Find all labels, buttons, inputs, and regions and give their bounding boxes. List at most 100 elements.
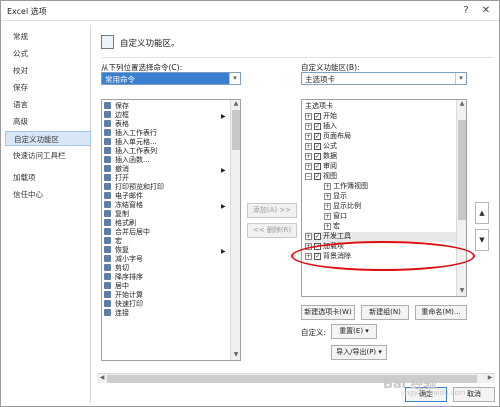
- nav-item-addins[interactable]: 加载项: [5, 170, 91, 185]
- checkbox-checked-icon[interactable]: ✓: [314, 123, 321, 130]
- tree-scrollbar[interactable]: ▲ ▼: [456, 100, 466, 296]
- nav-item-general[interactable]: 常规: [5, 29, 91, 44]
- nav-item-proofing[interactable]: 校对: [5, 63, 91, 78]
- collapse-icon[interactable]: −: [305, 173, 312, 180]
- tree-item-view[interactable]: − ✓ 视图: [305, 172, 337, 182]
- checkbox-checked-icon[interactable]: ✓: [314, 173, 321, 180]
- customize-ribbon-icon: [101, 35, 114, 49]
- move-down-button[interactable]: ▼: [475, 229, 489, 251]
- scroll-up-icon[interactable]: ▲: [457, 100, 466, 109]
- list-item[interactable]: 打开: [104, 174, 129, 183]
- expand-icon[interactable]: +: [324, 183, 331, 190]
- list-item[interactable]: 撤消: [104, 165, 129, 174]
- tree-header: 主选项卡: [305, 102, 333, 110]
- remove-button[interactable]: << 删除(R): [247, 223, 297, 238]
- expand-icon[interactable]: +: [305, 113, 312, 120]
- scroll-thumb[interactable]: [232, 110, 240, 150]
- tree-item-formulas[interactable]: + ✓ 公式: [305, 142, 337, 152]
- list-item[interactable]: 开始计算: [104, 291, 143, 300]
- list-item[interactable]: 保存: [104, 102, 129, 111]
- tree-item-insert[interactable]: + ✓ 插入: [305, 122, 337, 132]
- cut-icon: [104, 264, 111, 271]
- list-item[interactable]: 居中: [104, 282, 129, 291]
- list-item[interactable]: 降序排序: [104, 273, 143, 282]
- commands-scrollbar[interactable]: ▲ ▼: [230, 100, 240, 360]
- list-item[interactable]: 减小字号: [104, 255, 143, 264]
- tree-item-workbook-views[interactable]: + 工作簿视图: [324, 182, 368, 192]
- close-icon[interactable]: ✕: [479, 4, 493, 17]
- list-item[interactable]: 插入工作表列: [104, 147, 157, 156]
- list-item[interactable]: 电子邮件: [104, 192, 143, 201]
- list-item[interactable]: 合并后居中: [104, 228, 150, 237]
- rename-button[interactable]: 重命名(M)...: [415, 305, 467, 320]
- tree-item-window[interactable]: + 窗口: [324, 212, 347, 222]
- customize-ribbon-dropdown[interactable]: 主选项卡 ▾: [301, 72, 467, 85]
- scroll-up-icon[interactable]: ▲: [231, 100, 240, 109]
- nav-item-advanced[interactable]: 高级: [5, 114, 91, 129]
- move-up-button[interactable]: ▲: [475, 202, 489, 224]
- list-item[interactable]: 剪切: [104, 264, 129, 273]
- scroll-down-icon[interactable]: ▼: [231, 351, 240, 360]
- tree-item-macros[interactable]: + 宏: [324, 222, 340, 232]
- scroll-left-icon[interactable]: ◀: [97, 374, 107, 384]
- list-item[interactable]: 边框: [104, 111, 129, 120]
- nav-item-quick-access-toolbar[interactable]: 快速访问工具栏: [5, 148, 91, 163]
- scroll-thumb[interactable]: [458, 120, 466, 220]
- submenu-arrow-icon: ▶: [221, 203, 226, 210]
- expand-icon[interactable]: +: [305, 123, 312, 130]
- checkbox-checked-icon[interactable]: ✓: [314, 113, 321, 120]
- add-button[interactable]: 添加(A) >>: [247, 203, 297, 218]
- expand-icon[interactable]: +: [305, 163, 312, 170]
- expand-icon[interactable]: +: [324, 213, 331, 220]
- checkbox-checked-icon[interactable]: ✓: [314, 143, 321, 150]
- expand-icon[interactable]: +: [305, 133, 312, 140]
- submenu-arrow-icon: ▶: [221, 167, 226, 174]
- commands-list[interactable]: 保存 边框 表格 插入工作表行 插入单元格... 插入工作表列 插入函数... …: [101, 99, 241, 361]
- expand-icon[interactable]: +: [305, 233, 312, 240]
- nav-item-language[interactable]: 语言: [5, 97, 91, 112]
- expand-icon[interactable]: +: [305, 143, 312, 150]
- tree-item-review[interactable]: + ✓ 审阅: [305, 162, 337, 172]
- list-item[interactable]: 格式刷: [104, 219, 136, 228]
- checkbox-checked-icon[interactable]: ✓: [314, 233, 321, 240]
- scroll-right-icon[interactable]: ▶: [485, 374, 495, 384]
- tree-item-page-layout[interactable]: + ✓ 页面布局: [305, 132, 351, 142]
- new-tab-button[interactable]: 新建选项卡(W): [301, 305, 355, 320]
- submenu-arrow-icon: ▶: [221, 248, 226, 255]
- nav-item-trust-center[interactable]: 信任中心: [5, 187, 91, 202]
- undo-icon: [104, 165, 111, 172]
- expand-icon[interactable]: +: [324, 223, 331, 230]
- expand-icon[interactable]: +: [324, 203, 331, 210]
- choose-commands-dropdown[interactable]: 常用命令 ▾: [101, 72, 241, 85]
- checkbox-checked-icon[interactable]: ✓: [314, 163, 321, 170]
- list-item[interactable]: 复制: [104, 210, 129, 219]
- tree-item-home[interactable]: + ✓ 开始: [305, 112, 337, 122]
- help-icon[interactable]: ?: [459, 4, 473, 17]
- checkbox-checked-icon[interactable]: ✓: [314, 153, 321, 160]
- connections-icon: [104, 309, 111, 316]
- list-item[interactable]: 恢复: [104, 246, 129, 255]
- tree-item-data[interactable]: + ✓ 数据: [305, 152, 337, 162]
- new-group-button[interactable]: 新建组(N): [361, 305, 409, 320]
- scroll-down-icon[interactable]: ▼: [457, 287, 466, 296]
- list-item[interactable]: 冻结窗格: [104, 201, 143, 210]
- import-export-button[interactable]: 导入/导出(P) ▾: [331, 345, 387, 360]
- nav-item-save[interactable]: 保存: [5, 80, 91, 95]
- list-item[interactable]: 插入单元格...: [104, 138, 157, 147]
- list-item[interactable]: 打印预览和打印: [104, 183, 164, 192]
- list-item[interactable]: 插入函数...: [104, 156, 150, 165]
- list-item[interactable]: 表格: [104, 120, 129, 129]
- nav-item-formulas[interactable]: 公式: [5, 46, 91, 61]
- list-item[interactable]: 插入工作表行: [104, 129, 157, 138]
- expand-icon[interactable]: +: [324, 193, 331, 200]
- expand-icon[interactable]: +: [305, 153, 312, 160]
- tree-item-zoom[interactable]: + 显示比例: [324, 202, 361, 212]
- reset-button[interactable]: 重置(E) ▾: [331, 324, 377, 339]
- nav-item-customize-ribbon[interactable]: 自定义功能区: [5, 131, 91, 146]
- tree-item-show[interactable]: + 显示: [324, 192, 347, 202]
- list-item[interactable]: 快速打印: [104, 300, 143, 309]
- list-item[interactable]: 宏: [104, 237, 122, 246]
- list-item[interactable]: 连接: [104, 309, 129, 318]
- print-preview-icon: [104, 183, 111, 190]
- checkbox-checked-icon[interactable]: ✓: [314, 133, 321, 140]
